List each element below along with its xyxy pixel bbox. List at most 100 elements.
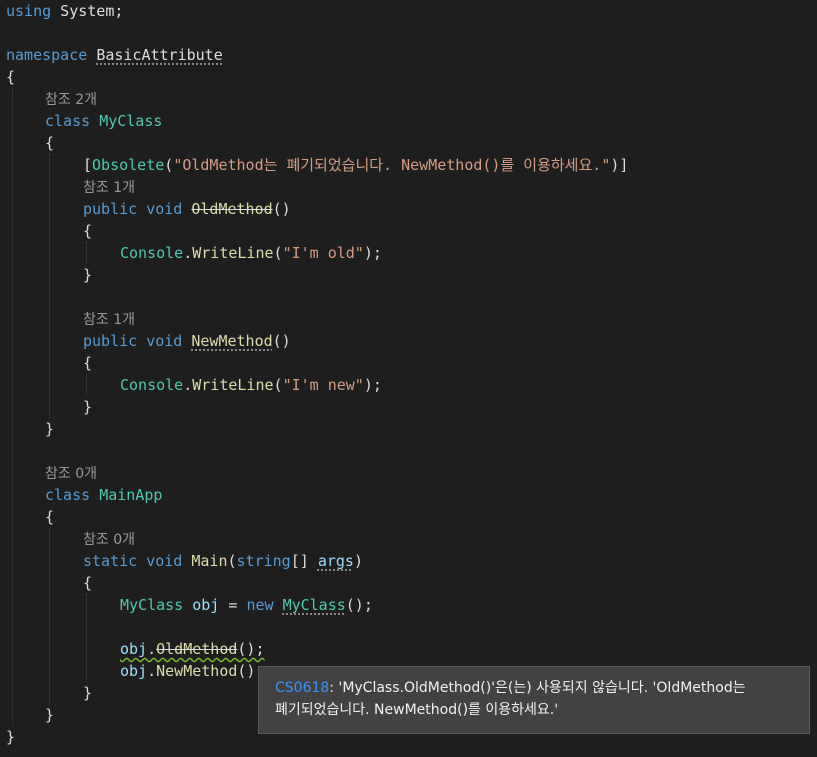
code-line: } [83, 682, 92, 704]
codelens-reference-count[interactable]: 참조 1개 [83, 309, 135, 331]
codelens-reference-count[interactable]: 참조 0개 [83, 529, 135, 551]
code-token: () [272, 200, 291, 218]
code-token: MainApp [99, 486, 163, 504]
code-token: (); [237, 640, 265, 658]
code-line: Console.WriteLine("I'm old"); [120, 242, 382, 264]
code-token: Obsolete [92, 156, 165, 174]
code-token: MyClass [99, 112, 163, 130]
code-token: . [183, 244, 193, 262]
codelens-reference-count[interactable]: 참조 1개 [83, 177, 135, 199]
code-line: { [83, 352, 92, 374]
code-token: { [83, 354, 93, 372]
code-token: } [45, 420, 55, 438]
code-line: } [45, 704, 54, 726]
code-token: . [147, 662, 157, 680]
warning-squiggle[interactable]: obj.OldMethod(); [120, 640, 265, 658]
code-line: { [45, 506, 54, 528]
code-line: public void OldMethod() [83, 198, 291, 220]
code-token: ( [227, 552, 237, 570]
code-token: } [6, 728, 16, 746]
code-token: . [183, 376, 193, 394]
code-token: obj [120, 640, 148, 658]
code-token: ( [164, 156, 174, 174]
code-line: { [83, 220, 92, 242]
tooltip-line-2: 폐기되었습니다. NewMethod()를 이용하세요.' [275, 702, 559, 718]
code-token: obj [120, 662, 148, 680]
indent-guide [86, 594, 87, 682]
code-token: MyClass [282, 596, 346, 614]
code-token: using [6, 2, 52, 20]
code-token: "I'm old" [282, 244, 364, 262]
code-line: namespace BasicAttribute [6, 44, 223, 66]
code-token: ) [353, 552, 363, 570]
code-token: Main [191, 552, 228, 570]
code-token: System; [51, 2, 124, 20]
code-token: { [83, 222, 93, 240]
error-code-link[interactable]: CS0618 [275, 680, 329, 696]
indent-guide [49, 528, 50, 704]
code-line: } [45, 418, 54, 440]
code-token: MyClass [120, 596, 184, 614]
code-editor[interactable]: using System; namespace BasicAttribute { 참조… [0, 0, 817, 757]
codelens-reference-count[interactable]: 참조 0개 [45, 463, 97, 485]
code-token: NewMethod [191, 332, 273, 350]
code-line: [Obsolete("OldMethod는 폐기되었습니다. NewMethod… [83, 154, 628, 176]
code-line: } [6, 726, 15, 748]
code-line: using System; [6, 0, 123, 22]
code-token: class [45, 112, 91, 130]
code-token: NewMethod [156, 662, 238, 680]
code-line: obj.OldMethod(); [120, 638, 265, 660]
code-token: OldMethod [191, 200, 273, 218]
indent-guide [12, 88, 13, 726]
code-token: class [45, 486, 91, 504]
code-token: public [83, 332, 138, 350]
indent-guide [86, 374, 87, 396]
code-token: )] [610, 156, 629, 174]
code-token: } [83, 266, 93, 284]
code-line: class MyClass [45, 110, 162, 132]
code-token: static [83, 552, 138, 570]
code-line: { [6, 66, 15, 88]
code-token: (); [345, 596, 373, 614]
code-token: args [317, 552, 354, 570]
code-line: static void Main(string[] args) [83, 550, 363, 572]
code-token: void [146, 200, 183, 218]
code-token: new [246, 596, 274, 614]
code-token: public [83, 200, 138, 218]
code-token: ( [273, 376, 283, 394]
code-line: public void NewMethod() [83, 330, 291, 352]
code-line: { [83, 572, 92, 594]
code-token: OldMethod [156, 640, 238, 658]
code-token: obj [192, 596, 220, 614]
error-message: : 'MyClass.OldMethod()'은(는) 사용되지 않습니다. '… [329, 680, 746, 696]
code-token: } [83, 684, 93, 702]
code-token: Console [120, 376, 184, 394]
code-token: "I'm new" [282, 376, 364, 394]
code-token: BasicAttribute [96, 46, 223, 64]
code-line: { [45, 132, 54, 154]
code-token: { [6, 68, 16, 86]
code-token: Console [120, 244, 184, 262]
code-token: "OldMethod는 폐기되었습니다. NewMethod()를 이용하세요.… [173, 156, 611, 174]
indent-guide [49, 154, 50, 418]
code-token: ); [363, 376, 382, 394]
code-token: WriteLine [192, 244, 274, 262]
code-token: void [146, 332, 183, 350]
code-line: Console.WriteLine("I'm new"); [120, 374, 382, 396]
error-tooltip: CS0618: 'MyClass.OldMethod()'은(는) 사용되지 않… [258, 666, 810, 734]
code-token: . [147, 640, 157, 658]
code-token: namespace [6, 46, 88, 64]
code-token: { [45, 134, 55, 152]
code-token: ); [363, 244, 382, 262]
tooltip-line-1: CS0618: 'MyClass.OldMethod()'은(는) 사용되지 않… [275, 677, 793, 699]
codelens-reference-count[interactable]: 참조 2개 [45, 89, 97, 111]
code-token: { [45, 508, 55, 526]
code-token: () [272, 332, 291, 350]
